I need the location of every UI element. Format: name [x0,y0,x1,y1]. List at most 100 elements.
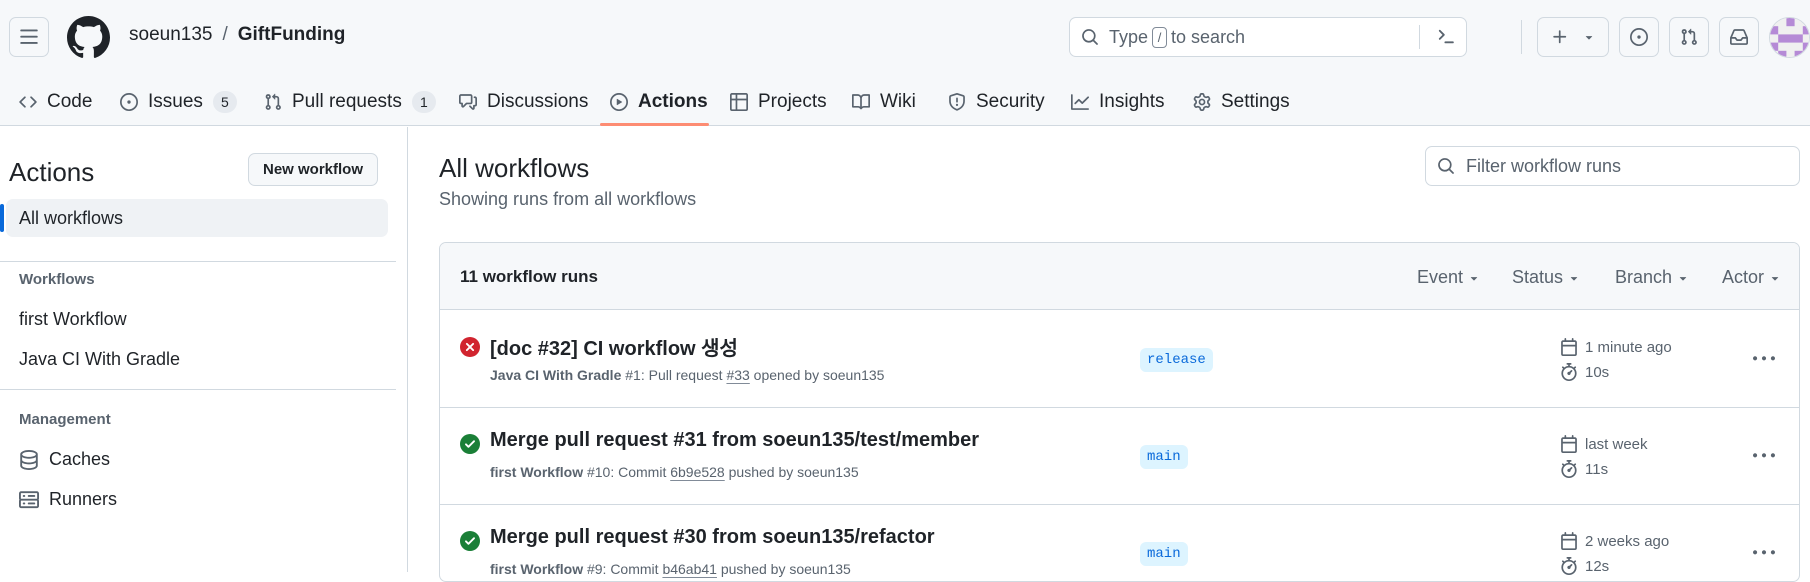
tab-discussions[interactable]: Discussions [459,78,588,126]
table-icon [730,93,748,111]
kebab-horizontal-icon [1753,453,1775,458]
run-ref-link[interactable]: #33 [726,367,749,383]
table-row[interactable]: Merge pull request #31 from soeun135/tes… [440,408,1799,505]
repo-name-link[interactable]: GiftFunding [238,24,346,46]
github-logo-icon[interactable] [67,16,110,59]
breadcrumb: soeun135 / GiftFunding [129,24,345,46]
filter-label: Status [1512,267,1564,287]
search-placeholder: Type / to search [1109,26,1246,48]
repo-owner-link[interactable]: soeun135 [129,24,212,46]
run-ref-link[interactable]: 6b9e528 [670,464,725,480]
tab-settings[interactable]: Settings [1193,78,1290,126]
run-time-text: 2 weeks ago [1585,532,1670,550]
run-more-options-button[interactable] [1751,541,1777,565]
filter-workflow-runs-input[interactable]: Filter workflow runs [1425,146,1800,186]
run-timestamp: 1 minute ago [1560,338,1672,356]
table-row[interactable]: Merge pull request #30 from soeun135/ref… [440,505,1799,581]
selected-indicator [0,204,4,232]
run-number: #1 [625,367,641,383]
inbox-button[interactable] [1719,17,1759,57]
table-row[interactable]: [doc #32] CI workflow 생성 Java CI With Gr… [440,311,1799,408]
hamburger-icon [20,29,38,44]
run-workflow-name: Java CI With Gradle [490,367,622,383]
tab-label: Security [976,91,1045,112]
runs-count: 11 workflow runs [460,267,598,286]
avatar[interactable] [1769,17,1810,58]
run-duration: 11s [1560,460,1608,478]
tab-label: Insights [1099,91,1165,112]
run-duration-text: 10s [1585,363,1610,381]
sidebar-item-label: All workflows [19,207,124,228]
sidebar-item-first-workflow[interactable]: first Workflow [19,309,127,330]
run-duration: 12s [1560,557,1609,575]
x-circle-fill-icon [460,337,480,357]
plus-icon [1552,30,1566,44]
tab-actions[interactable]: Actions [610,78,708,126]
run-timestamp: 2 weeks ago [1560,532,1669,550]
run-meta: Java CI With Gradle #1: Pull request #33… [490,367,884,383]
run-event: : Commit [610,464,671,480]
sidebar-item-java-ci-with-gradle[interactable]: Java CI With Gradle [19,349,180,370]
run-event: : Pull request [640,367,727,383]
tab-projects[interactable]: Projects [730,78,827,126]
search-suffix: to search [1171,26,1246,47]
run-meta: first Workflow #10: Commit 6b9e528 pushe… [490,464,859,480]
run-time-text: last week [1585,435,1648,453]
sidebar-item-caches[interactable]: Caches [19,449,110,470]
branch-badge[interactable]: release [1140,348,1213,372]
run-time-text: 1 minute ago [1585,338,1672,356]
run-more-options-button[interactable] [1751,444,1777,468]
tab-wiki[interactable]: Wiki [852,78,916,126]
run-more-options-button[interactable] [1751,347,1777,371]
inbox-icon [1730,29,1748,45]
tab-label: Code [47,91,93,112]
menu-button[interactable] [9,17,49,57]
pull-requests-button[interactable] [1669,17,1709,57]
tab-insights[interactable]: Insights [1071,78,1164,126]
active-tab-indicator [600,123,709,126]
sidebar-item-all-workflows[interactable]: All workflows [0,199,388,237]
git-pull-request-icon [1681,28,1697,45]
tab-label: Settings [1221,91,1290,112]
sidebar-item-runners[interactable]: Runners [19,489,117,510]
calendar-icon [1561,338,1577,356]
branch-badge[interactable]: main [1140,445,1188,469]
filter-placeholder: Filter workflow runs [1466,155,1622,176]
filter-label: Event [1417,267,1464,287]
triangle-down-icon [1771,276,1779,281]
actor-filter-dropdown[interactable]: Actor [1722,267,1782,288]
gear-icon [1193,93,1211,111]
tab-pull-requests[interactable]: Pull requests 1 [264,78,436,126]
run-title-link[interactable]: Merge pull request #30 from soeun135/ref… [490,526,935,549]
sidebar-item-label: Caches [49,449,111,469]
branch-filter-dropdown[interactable]: Branch [1615,267,1690,288]
workflow-runs-list: 11 workflow runs Event Status Branch Act… [439,242,1800,582]
triangle-down-icon [1470,276,1478,281]
run-title-link[interactable]: [doc #32] CI workflow 생성 [490,332,738,361]
run-title-link[interactable]: Merge pull request #31 from soeun135/tes… [490,429,979,452]
run-actor: pushed by soeun135 [716,561,851,577]
calendar-icon [1561,532,1577,550]
run-ref-link[interactable]: b46ab41 [662,561,717,577]
new-workflow-button[interactable]: New workflow [248,153,378,186]
tab-issues[interactable]: Issues 5 [120,78,237,126]
page-title: All workflows [439,153,590,183]
run-workflow-name: first Workflow [490,561,584,577]
search-divider [1419,25,1420,49]
shield-icon [949,93,965,111]
tab-code[interactable]: Code [19,78,92,126]
event-filter-dropdown[interactable]: Event [1417,267,1481,288]
command-palette-icon[interactable] [1436,27,1456,47]
triangle-down-icon [1585,36,1592,40]
tab-security[interactable]: Security [948,78,1045,126]
issues-button[interactable] [1619,17,1659,57]
status-filter-dropdown[interactable]: Status [1512,267,1581,288]
create-new-button[interactable] [1537,17,1609,57]
kebab-horizontal-icon [1753,356,1775,361]
sidebar-item-label: Runners [49,489,118,509]
tab-label: Actions [638,91,708,112]
triangle-down-icon [1570,276,1578,281]
branch-badge[interactable]: main [1140,542,1188,566]
search-input[interactable]: Type / to search [1069,17,1467,57]
issue-opened-icon [120,93,138,111]
